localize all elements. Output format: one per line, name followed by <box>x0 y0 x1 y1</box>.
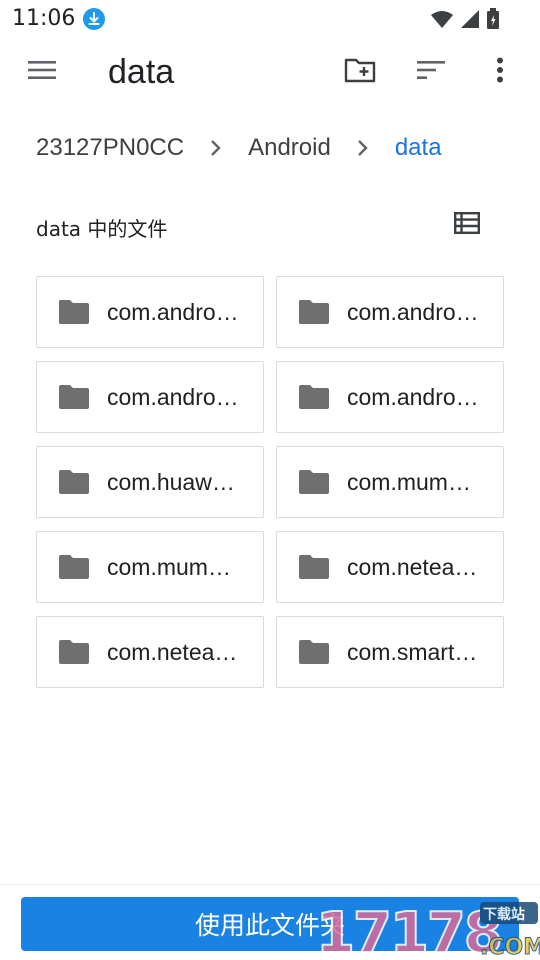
chevron-right-icon <box>204 136 228 160</box>
folder-name: com.andro… <box>347 383 479 410</box>
folder-icon <box>57 295 91 329</box>
folder-item[interactable]: com.smart… <box>276 616 504 688</box>
folder-item[interactable]: com.huaw… <box>36 446 264 518</box>
new-folder-button[interactable] <box>338 50 382 94</box>
folder-item[interactable]: com.netea… <box>36 616 264 688</box>
folder-icon <box>297 295 331 329</box>
list-view-button[interactable] <box>450 208 484 242</box>
menu-icon <box>28 60 56 84</box>
folder-icon <box>297 635 331 669</box>
breadcrumb-item-android[interactable]: Android <box>248 134 331 162</box>
folder-name: com.smart… <box>347 638 478 665</box>
bottom-divider <box>0 884 540 885</box>
folder-grid: com.andro… com.andro… com.andro… com.andro…… <box>36 276 504 688</box>
battery-icon <box>486 8 500 34</box>
folder-name: com.mum… <box>347 468 471 495</box>
use-this-folder-button[interactable]: 使用此文件夹 <box>21 897 519 951</box>
folder-item[interactable]: com.mum… <box>36 531 264 603</box>
menu-button[interactable] <box>20 50 64 94</box>
folder-icon <box>57 380 91 414</box>
folder-name: com.huaw… <box>107 468 235 495</box>
sort-button[interactable] <box>409 50 453 94</box>
signal-icon <box>460 9 480 33</box>
sort-icon <box>417 60 445 84</box>
status-bar: 11:06 <box>0 0 540 38</box>
folder-name: com.netea… <box>347 553 478 580</box>
page-title: data <box>108 53 175 91</box>
breadcrumb-item-device[interactable]: 23127PN0CC <box>36 134 184 162</box>
folder-icon <box>297 380 331 414</box>
folder-name: com.netea… <box>107 638 238 665</box>
list-view-icon <box>454 212 481 238</box>
folder-item[interactable]: com.andro… <box>36 276 264 348</box>
chevron-right-icon <box>351 136 375 160</box>
folder-item[interactable]: com.andro… <box>276 361 504 433</box>
folder-icon <box>57 635 91 669</box>
breadcrumb-item-data[interactable]: data <box>395 134 442 162</box>
folder-item[interactable]: com.mum… <box>276 446 504 518</box>
folder-item[interactable]: com.andro… <box>36 361 264 433</box>
folder-icon <box>297 465 331 499</box>
more-options-button[interactable] <box>478 50 522 94</box>
more-vert-icon <box>496 57 504 87</box>
wifi-icon <box>430 9 454 33</box>
folder-item[interactable]: com.andro… <box>276 276 504 348</box>
status-icons <box>430 8 500 34</box>
folder-name: com.andro… <box>347 298 479 325</box>
section-title: data 中的文件 <box>36 217 168 241</box>
folder-icon <box>57 465 91 499</box>
download-icon <box>83 8 105 30</box>
folder-icon <box>297 550 331 584</box>
folder-name: com.mum… <box>107 553 231 580</box>
app-bar: data <box>0 38 540 108</box>
folder-name: com.andro… <box>107 298 239 325</box>
status-time: 11:06 <box>12 6 76 31</box>
folder-icon <box>57 550 91 584</box>
create-folder-icon <box>344 57 376 87</box>
folder-name: com.andro… <box>107 383 239 410</box>
folder-item[interactable]: com.netea… <box>276 531 504 603</box>
breadcrumb: 23127PN0CC Android data <box>36 128 442 168</box>
